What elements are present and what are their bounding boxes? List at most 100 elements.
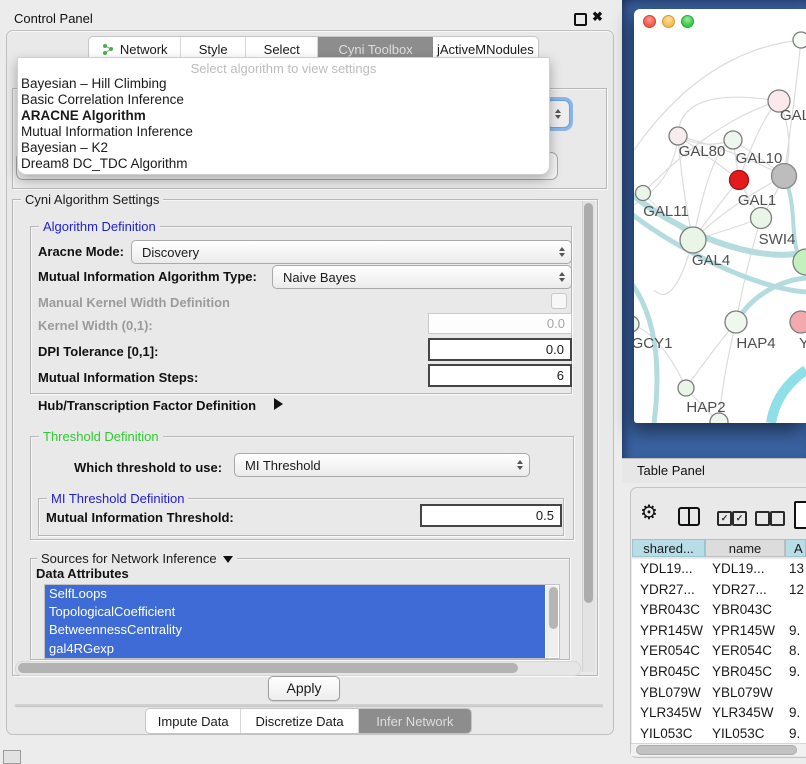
aracne-mode-combo[interactable]: Discovery — [131, 240, 572, 264]
cell-value: 12 — [785, 580, 806, 601]
dpi-tolerance-field[interactable]: 0.0 — [428, 338, 572, 361]
dropdown-item[interactable]: Bayesian – K2 — [18, 140, 549, 156]
list-item[interactable]: BetweennessCentrality — [45, 621, 545, 639]
node-label: GAL10 — [736, 150, 783, 167]
node-gal4[interactable] — [680, 227, 706, 253]
table-row[interactable]: YBL079WYBL079W — [632, 683, 806, 704]
table-hscrollbar-thumb[interactable] — [636, 745, 797, 755]
settings-vscrollbar-thumb[interactable] — [584, 203, 593, 603]
column-header-partial[interactable]: A — [785, 539, 806, 557]
mi-threshold-field[interactable]: 0.5 — [420, 504, 562, 527]
tab-discretize-data[interactable]: Discretize Data — [241, 709, 358, 733]
data-attributes-list[interactable]: SelfLoops TopologicalCoefficient Between… — [44, 584, 560, 659]
table-row[interactable]: YPR145WYPR145W9. — [632, 621, 806, 642]
list-item[interactable]: TopologicalCoefficient — [45, 603, 545, 621]
node-label: HAP4 — [736, 335, 775, 352]
data-attributes-label: Data Attributes — [36, 566, 129, 581]
column-header-shared[interactable]: shared... — [632, 539, 705, 557]
node-gal10[interactable] — [724, 131, 742, 149]
cell-shared: YIL053C — [632, 724, 705, 743]
table-body[interactable]: YDL19...YDL19...13 YDR27...YDR27...12 YB… — [632, 559, 806, 743]
node-hap2[interactable] — [678, 380, 694, 396]
mi-type-combo[interactable]: Naive Bayes — [272, 265, 572, 289]
tab-style-label: Style — [199, 42, 228, 57]
close-panel-icon[interactable]: ✖ — [592, 9, 603, 25]
table-row[interactable]: YBR043CYBR043C — [632, 600, 806, 621]
kernel-width-field[interactable]: 0.0 — [428, 313, 572, 334]
list-item[interactable]: SelfLoops — [45, 585, 545, 603]
tab-impute-data-label: Impute Data — [158, 714, 229, 729]
node-salmon-partial[interactable] — [790, 311, 806, 333]
kernel-width-label: Kernel Width (0,1): — [38, 318, 153, 333]
cell-shared: YPR145W — [632, 621, 705, 642]
dropdown-item-selected[interactable]: ARACNE Algorithm — [18, 108, 549, 124]
document-icon[interactable] — [794, 501, 806, 529]
cell-shared: YBR045C — [632, 662, 705, 683]
dropdown-item[interactable]: Mutual Information Inference — [18, 124, 549, 140]
network-icon — [102, 43, 115, 56]
dropdown-prompt: Select algorithm to view settings — [18, 58, 549, 76]
columns-icon[interactable] — [678, 507, 700, 526]
column-header-name[interactable]: name — [705, 539, 785, 557]
tab-impute-data[interactable]: Impute Data — [146, 709, 241, 733]
network-view-window[interactable]: GAL GAL80 GAL10 GAL11 GAL1 SWI4 GAL4 GCY… — [634, 9, 806, 423]
hub-definition-label[interactable]: Hub/Transcription Factor Definition — [38, 398, 256, 413]
stepper-up-icon — [555, 109, 561, 113]
dpi-tolerance-label: DPI Tolerance [0,1]: — [38, 344, 158, 359]
manual-kernel-checkbox[interactable] — [551, 293, 567, 309]
close-window-icon[interactable] — [643, 15, 656, 28]
cell-shared: YLR345W — [632, 703, 705, 724]
checkbox-checked-icon[interactable]: ✓ — [717, 511, 732, 526]
combo-stepper-icon — [517, 460, 523, 470]
minimize-window-icon[interactable] — [662, 15, 675, 28]
combo-stepper-icon — [559, 247, 565, 257]
node-gal11[interactable] — [636, 186, 651, 201]
zoom-window-icon[interactable] — [681, 15, 694, 28]
node-label: GAL1 — [738, 192, 776, 209]
which-threshold-combo[interactable]: MI Threshold — [234, 453, 530, 477]
node-label: Y — [799, 335, 806, 352]
dropdown-item[interactable]: Dream8 DC_TDC Algorithm — [18, 156, 549, 172]
apply-button[interactable]: Apply — [268, 676, 340, 701]
cell-value: 13 — [785, 559, 806, 580]
checkbox-unchecked-icon[interactable] — [755, 511, 770, 526]
node-partial-top[interactable] — [793, 32, 806, 48]
table-row[interactable]: YIL053CYIL053C9. — [632, 724, 806, 743]
node-hap4[interactable] — [725, 311, 747, 333]
table-row[interactable]: YER054CYER054C8. — [632, 641, 806, 662]
cell-name: YER054C — [705, 641, 785, 662]
cell-name: YPR145W — [705, 621, 785, 642]
node-label: GAL — [780, 107, 806, 124]
table-row[interactable]: YLR345WYLR345W9. — [632, 703, 806, 724]
dropdown-item[interactable]: Basic Correlation Inference — [18, 92, 549, 108]
settings-hscrollbar-thumb[interactable] — [18, 663, 518, 673]
network-canvas[interactable] — [634, 30, 806, 423]
manual-kernel-label: Manual Kernel Width Definition — [38, 295, 230, 310]
checkbox-checked-icon[interactable]: ✓ — [732, 511, 747, 526]
node-gray[interactable] — [772, 164, 797, 189]
dropdown-item[interactable]: Bayesian – Hill Climbing — [18, 76, 549, 92]
expand-arrow-icon[interactable] — [274, 398, 283, 410]
collapse-arrow-icon — [223, 556, 233, 563]
table-row[interactable]: YBR045CYBR045C9. — [632, 662, 806, 683]
combo-stepper-icon — [559, 272, 565, 282]
list-item[interactable]: gal4RGexp — [45, 640, 545, 658]
mi-steps-field[interactable]: 6 — [428, 364, 572, 387]
table-row[interactable]: YDR27...YDR27...12 — [632, 580, 806, 601]
network-nodes — [634, 32, 806, 423]
gear-icon[interactable]: ⚙ — [640, 503, 658, 523]
cell-value: 9. — [785, 662, 806, 683]
float-panel-icon[interactable] — [574, 13, 587, 26]
node-gal1[interactable] — [751, 208, 772, 229]
checkbox-unchecked-icon[interactable] — [770, 511, 785, 526]
node-label: SWI4 — [759, 231, 796, 248]
sources-title[interactable]: Sources for Network Inference — [37, 551, 237, 566]
cell-name: YBR043C — [705, 600, 785, 621]
cell-name: YBL079W — [705, 683, 785, 704]
node-red-selected[interactable] — [730, 171, 749, 190]
tab-infer-network[interactable]: Infer Network — [359, 709, 471, 733]
node-gcy1[interactable] — [634, 316, 639, 332]
list-vscrollbar-thumb[interactable] — [549, 587, 558, 629]
node-label: GCY1 — [634, 335, 672, 352]
table-row[interactable]: YDL19...YDL19...13 — [632, 559, 806, 580]
